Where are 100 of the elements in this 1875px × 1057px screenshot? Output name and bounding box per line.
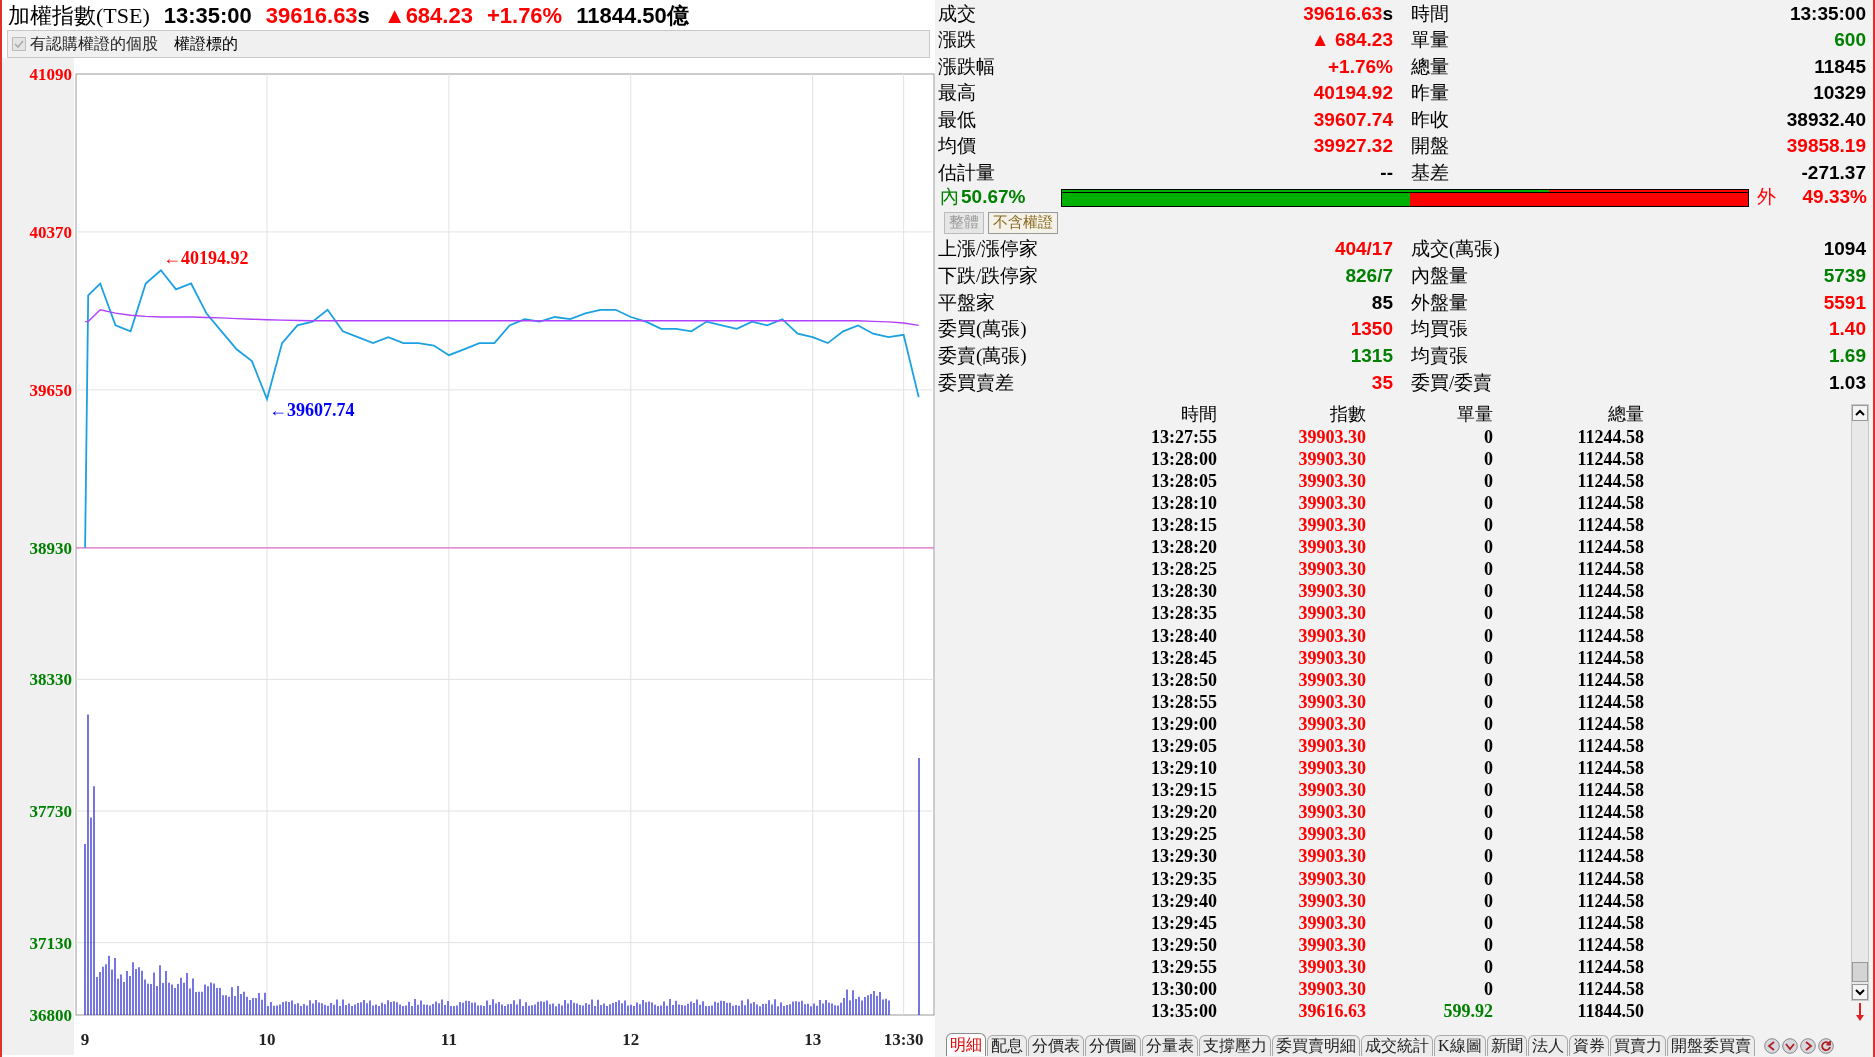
price-label: ←40194.92 bbox=[162, 248, 249, 269]
table-cell-text: 39903.30 bbox=[1297, 604, 1366, 623]
table-cell-text: 13:28:00 bbox=[1150, 449, 1217, 468]
price-label: ←39607.74 bbox=[269, 400, 355, 421]
table-cell-text: 11244.58 bbox=[1576, 648, 1644, 667]
table-cell-text: 11244.58 bbox=[1576, 560, 1644, 579]
stat-label: 估計量 bbox=[938, 162, 996, 182]
axis-label: 36800 bbox=[29, 1006, 72, 1025]
scope-button[interactable]: 不含權證 bbox=[988, 211, 1058, 234]
table-cell-text: 13:28:25 bbox=[1150, 560, 1217, 579]
table-cell-text: 13:28:50 bbox=[1150, 670, 1217, 689]
table-cell-text: 11244.58 bbox=[1576, 714, 1644, 733]
tab[interactable]: 新聞 bbox=[1486, 1034, 1527, 1056]
tab[interactable]: 分價表 bbox=[1028, 1034, 1084, 1056]
tab[interactable]: 分量表 bbox=[1142, 1034, 1198, 1056]
stat-value: 38932.40 bbox=[1786, 108, 1866, 130]
stat-label: 委買(萬張) bbox=[938, 319, 1028, 339]
stat-label: 上漲/漲停家 bbox=[938, 239, 1040, 259]
table-cell-text: 0 bbox=[1483, 692, 1493, 711]
table-cell-text: 11244.58 bbox=[1576, 516, 1644, 535]
tab[interactable]: 配息 bbox=[987, 1034, 1027, 1056]
axis-label: 38930 bbox=[29, 538, 72, 558]
axis-label: 40370 bbox=[29, 222, 72, 242]
table-cell-text: 11244.58 bbox=[1576, 935, 1644, 954]
tab[interactable]: 買賣力 bbox=[1609, 1034, 1666, 1056]
stat-value: -- bbox=[1380, 161, 1393, 183]
stat-value: 5739 bbox=[1823, 265, 1866, 287]
table-cell-text: 39903.30 bbox=[1297, 759, 1366, 778]
table-cell-text: 39903.30 bbox=[1297, 538, 1366, 557]
table-cell-text: 0 bbox=[1483, 737, 1493, 755]
tab[interactable]: 法人 bbox=[1527, 1034, 1568, 1056]
filter-option[interactable]: 權證標的 bbox=[174, 32, 238, 56]
table-cell-text: 13:29:10 bbox=[1150, 759, 1217, 778]
tab[interactable]: 支撐壓力 bbox=[1199, 1034, 1271, 1056]
table-cell-text: 13:27:55 bbox=[1150, 427, 1217, 446]
axis-label: 37130 bbox=[29, 933, 72, 953]
table-cell-text: 0 bbox=[1483, 803, 1493, 822]
column-header: 總量 bbox=[1607, 403, 1644, 427]
stat-label: 成交(萬張) bbox=[1411, 239, 1501, 259]
checkbox-label: 有認購權證的個股 bbox=[30, 34, 158, 54]
table-cell-text: 11244.58 bbox=[1576, 626, 1644, 645]
table-cell-text: 13:29:15 bbox=[1150, 781, 1217, 800]
table-cell-text: 11244.58 bbox=[1576, 737, 1644, 755]
stat-label: 均賣張 bbox=[1411, 346, 1469, 366]
table-cell-text: 0 bbox=[1483, 825, 1493, 844]
table-cell-text: 13:28:20 bbox=[1150, 538, 1217, 557]
table-cell-text: 11244.58 bbox=[1576, 803, 1644, 822]
axis-label: 37730 bbox=[29, 802, 72, 821]
table-cell-text: 0 bbox=[1483, 538, 1493, 557]
stat-value: 39616.63 bbox=[1303, 2, 1383, 24]
table-cell-text: 13:29:30 bbox=[1150, 847, 1217, 866]
scroll-down-icon[interactable] bbox=[1852, 983, 1868, 1000]
table-cell-text: 13:29:50 bbox=[1150, 935, 1217, 954]
tab[interactable]: 成交統計 bbox=[1361, 1034, 1433, 1056]
table-cell-text: 11244.58 bbox=[1576, 891, 1644, 910]
stat-label: 均買張 bbox=[1411, 319, 1469, 339]
column-header: 單量 bbox=[1456, 403, 1493, 427]
stat-value: -271.37 bbox=[1801, 161, 1866, 183]
table-cell-text: 11244.58 bbox=[1576, 692, 1644, 711]
axis-label: 39650 bbox=[29, 380, 72, 400]
stat-value: 600 bbox=[1834, 29, 1866, 51]
table-cell-text: 39903.30 bbox=[1297, 626, 1366, 645]
table-cell-text: 13:29:40 bbox=[1150, 891, 1217, 910]
table-cell-text: 39903.30 bbox=[1297, 714, 1366, 733]
tab[interactable]: K線圖 bbox=[1434, 1034, 1486, 1056]
table-cell-text: 0 bbox=[1483, 759, 1493, 778]
axis-label: 11 bbox=[440, 1030, 457, 1049]
table-cell-text: 13:29:00 bbox=[1150, 714, 1217, 733]
header-value: 39616.63 bbox=[265, 2, 358, 28]
table-cell-text: 0 bbox=[1483, 582, 1493, 601]
table-cell-text: 13:28:35 bbox=[1150, 604, 1217, 623]
table-cell-text: 13:28:05 bbox=[1150, 471, 1217, 490]
tab[interactable]: 資券 bbox=[1568, 1034, 1609, 1056]
table-cell-text: 11244.58 bbox=[1576, 913, 1644, 932]
stat-label: 平盤家 bbox=[938, 292, 996, 312]
table-cell-text: 13:28:30 bbox=[1150, 582, 1217, 601]
table-cell-text: 11844.50 bbox=[1576, 1002, 1644, 1021]
stat-label: 最高 bbox=[938, 83, 977, 103]
stat-value: 85 bbox=[1371, 291, 1393, 313]
stat-value: 13:35:00 bbox=[1789, 2, 1866, 24]
table-cell-text: 0 bbox=[1483, 980, 1493, 998]
stat-value: 1315 bbox=[1350, 345, 1393, 367]
tab[interactable]: 開盤委買賣 bbox=[1666, 1034, 1755, 1056]
header-value: 11844.50億 bbox=[576, 2, 689, 28]
tab[interactable]: 委買賣明細 bbox=[1272, 1034, 1360, 1056]
stat-value: 1350 bbox=[1350, 318, 1393, 340]
table-cell-text: 39903.30 bbox=[1297, 692, 1366, 711]
tab[interactable]: 分價圖 bbox=[1085, 1034, 1141, 1056]
scroll-up-icon[interactable] bbox=[1852, 404, 1868, 421]
scroll-thumb[interactable] bbox=[1852, 961, 1868, 982]
table-cell-text: 0 bbox=[1483, 869, 1493, 888]
table-cell-text: 13:30:00 bbox=[1150, 980, 1217, 998]
scrollbar[interactable] bbox=[1851, 403, 1869, 1001]
stat-value: 1.40 bbox=[1829, 318, 1866, 340]
stat-label: 委買賣差 bbox=[938, 372, 1015, 392]
tab[interactable]: 明細 bbox=[946, 1032, 986, 1056]
header-value: ▲684.23 bbox=[383, 2, 473, 28]
refresh-icon[interactable] bbox=[1817, 1037, 1834, 1054]
table-cell-text: 11244.58 bbox=[1576, 471, 1644, 490]
table-cell-text: 39903.30 bbox=[1297, 913, 1366, 932]
